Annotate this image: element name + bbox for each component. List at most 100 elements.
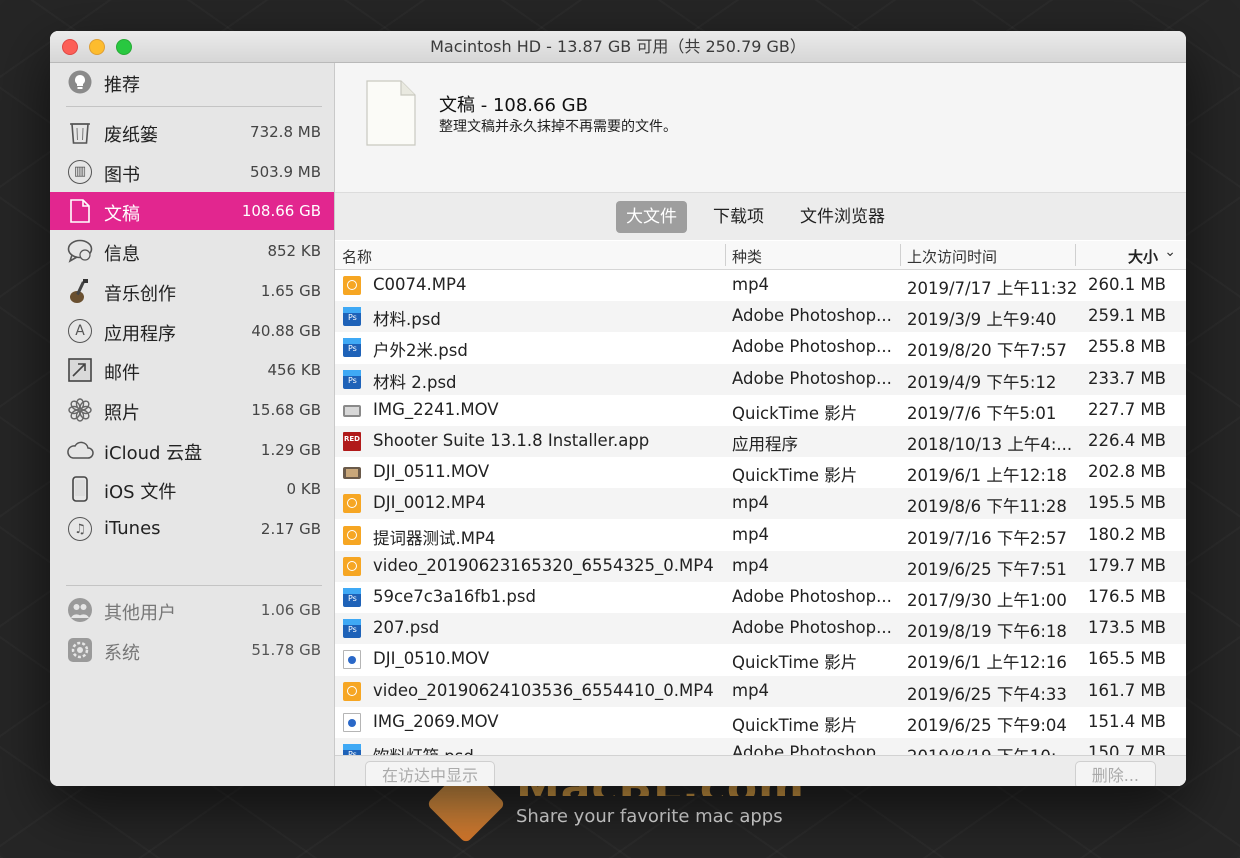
table-row[interactable]: DJI_0510.MOV QuickTime 影片 2019/6/1 上午12:16… [335,644,1186,675]
file-kind: QuickTime 影片 [732,403,858,423]
table-row[interactable]: video_20190624103536_6554410_0.MP4 mp4 201… [335,675,1186,707]
file-kind: QuickTime 影片 [732,715,858,735]
music-icon: ♫ [66,515,94,543]
sidebar-item-size: 2.17 GB [260,520,321,538]
sidebar-item-guitar[interactable]: 音乐创作 1.65 GB [50,272,334,310]
sidebar-item-label: 照片 [104,402,140,424]
column-divider[interactable] [725,244,726,266]
title-bar: Macintosh HD - 13.87 GB 可用（共 250.79 GB） [50,31,1186,63]
file-kind: mp4 [732,555,770,575]
table-row[interactable]: 提词器测试.MP4 mp4 2019/7/16 下午2:57 180.2 MB [335,520,1186,551]
file-size: 176.5 MB [1087,587,1166,606]
column-divider[interactable] [1075,244,1076,266]
file-size: 173.5 MB [1087,618,1166,638]
lightbulb-icon [66,68,94,96]
table-row[interactable]: C0074.MP4 mp4 2019/7/17 上午11:32 260.1 MB [335,270,1186,301]
column-header-size[interactable]: 大小 [1128,246,1158,267]
messages-icon [66,237,94,265]
file-kind: mp4 [732,275,770,294]
file-name: IMG_2241.MOV [373,399,499,419]
file-size: 202.8 MB [1087,462,1166,482]
file-size: 226.4 MB [1087,431,1166,450]
table-row[interactable]: 材料 2.psd Adobe Photoshop... 2019/4/9 下午5:1… [335,363,1186,395]
trash-icon [66,118,94,146]
file-size: 195.5 MB [1087,493,1166,513]
tab-file-browser[interactable]: 文件浏览器 [790,201,895,233]
file-name: Shooter Suite 13.1.8 Installer.app [373,431,650,450]
sidebar-item-documents[interactable]: 文稿 108.66 GB [50,192,334,231]
sidebar-item-messages[interactable]: 信息 852 KB [50,232,334,270]
main-panel: 文稿 - 108.66 GB 整理文稿并永久抹掉不再需要的文件。 大文件 下载项… [335,63,1186,786]
movd-file-icon [343,467,361,480]
sidebar-item-label: 信息 [104,244,140,266]
tab-large-files[interactable]: 大文件 [616,201,687,233]
sidebar-item-label: 推荐 [104,75,140,96]
table-row[interactable]: 材料.psd Adobe Photoshop... 2019/3/9 上午9:40 2… [335,301,1186,333]
file-last-accessed: 2019/8/19 下午10:... [907,743,1072,755]
psd-file-icon [343,588,361,607]
file-name: 提词器测试.MP4 [373,528,496,548]
sidebar-item-label: 图书 [104,164,140,186]
table-row[interactable]: 59ce7c3a16fb1.psd Adobe Photoshop... 2017/… [335,582,1186,613]
file-name: IMG_2069.MOV [373,711,499,731]
table-row[interactable]: IMG_2241.MOV QuickTime 影片 2019/7/6 下午5:01 2… [335,395,1186,426]
psd-file-icon [343,369,361,389]
sidebar-item-recommended[interactable]: 推荐 [50,63,334,101]
movq-file-icon [343,650,361,670]
psd-file-icon [343,338,361,358]
file-kind: Adobe Photoshop... [732,587,892,606]
photos-icon [66,396,94,424]
sidebar-item-users[interactable]: 其他用户 1.06 GB [50,591,334,629]
table-row[interactable]: DJI_0012.MP4 mp4 2019/8/6 下午11:28 195.5 MB [335,488,1186,520]
file-last-accessed: 2019/7/16 下午2:57 [907,528,1067,548]
sidebar-item-cloud[interactable]: iCloud 云盘 1.29 GB [50,431,334,469]
minimize-window-button[interactable] [89,39,105,55]
books-icon: ▥ [66,158,94,186]
zoom-window-button[interactable] [116,39,132,55]
file-last-accessed: 2019/7/17 上午11:32 [907,279,1078,298]
file-name: 59ce7c3a16fb1.psd [373,587,536,606]
sidebar-item-music[interactable]: ♫ iTunes 2.17 GB [50,510,334,548]
storage-management-window: Macintosh HD - 13.87 GB 可用（共 250.79 GB） … [50,31,1186,786]
column-header-kind[interactable]: 种类 [732,246,762,267]
reveal-in-finder-button[interactable]: 在访达中显示 [365,761,496,786]
table-row[interactable]: DJI_0511.MOV QuickTime 影片 2019/6/1 上午12:18… [335,457,1186,488]
file-size: 259.1 MB [1087,306,1166,326]
sidebar-item-size: 0 KB [286,480,321,499]
table-row[interactable]: video_20190623165320_6554325_0.MP4 mp4 201… [335,550,1186,582]
file-last-accessed: 2019/4/9 下午5:12 [907,372,1057,392]
tab-downloads[interactable]: 下载项 [703,201,774,233]
sort-descending-icon[interactable]: ⌄ [1164,244,1176,260]
file-last-accessed: 2019/7/6 下午5:01 [907,403,1057,423]
mov-file-icon [343,404,361,417]
file-kind: Adobe Photoshop... [732,306,892,326]
sidebar-item-books[interactable]: ▥ 图书 503.9 MB [50,153,334,191]
delete-button[interactable]: 删除... [1074,761,1156,786]
sidebar-item-iphone[interactable]: iOS 文件 0 KB [50,470,334,508]
table-row[interactable]: IMG_2069.MOV QuickTime 影片 2019/6/25 下午9:04… [335,707,1186,738]
table-row[interactable]: Shooter Suite 13.1.8 Installer.app 应用程序 20… [335,426,1186,457]
documents-icon [66,197,94,225]
file-kind: Adobe Photoshop... [732,368,892,388]
file-size: 151.4 MB [1087,711,1166,731]
file-last-accessed: 2017/9/30 上午1:00 [907,591,1067,610]
file-size: 260.1 MB [1087,275,1166,294]
close-window-button[interactable] [62,39,78,55]
sidebar-item-app-store[interactable]: A 应用程序 40.88 GB [50,312,334,350]
file-name: 207.psd [373,618,440,638]
file-name: DJI_0511.MOV [373,462,490,482]
file-kind: QuickTime 影片 [732,653,858,673]
sidebar-item-system[interactable]: 系统 51.78 GB [50,631,334,669]
column-header-last-accessed[interactable]: 上次访问时间 [907,246,997,267]
sidebar-item-trash[interactable]: 废纸篓 732.8 MB [50,113,334,151]
table-row[interactable]: 饮料灯箱.psd Adobe Photoshop... 2019/8/19 下午10… [335,738,1186,755]
sidebar-item-mail[interactable]: 邮件 456 KB [50,351,334,389]
column-header-name[interactable]: 名称 [342,246,372,267]
table-row[interactable]: 207.psd Adobe Photoshop... 2019/8/19 下午6:1… [335,613,1186,645]
column-divider[interactable] [900,244,901,266]
table-row[interactable]: 户外2米.psd Adobe Photoshop... 2019/8/20 下午7:… [335,332,1186,363]
app-store-icon: A [66,317,94,345]
sidebar-item-photos[interactable]: 照片 15.68 GB [50,391,334,429]
sidebar-item-label: 应用程序 [104,323,176,345]
sidebar-item-label: iCloud 云盘 [104,442,203,464]
